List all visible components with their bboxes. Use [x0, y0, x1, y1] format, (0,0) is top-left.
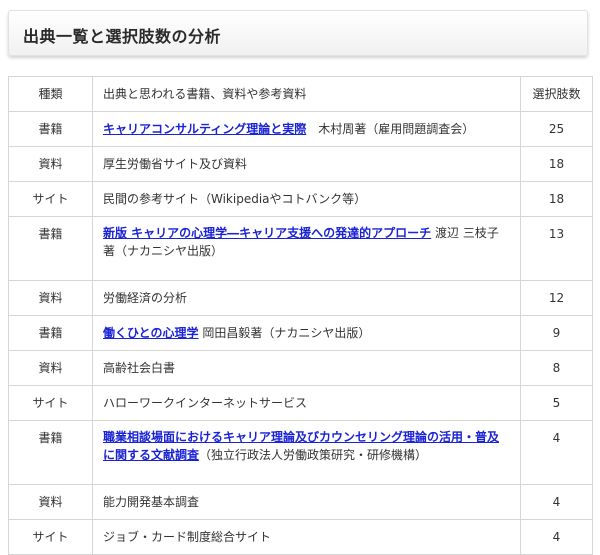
row-source-text: 厚生労働省サイト及び資料 [103, 157, 248, 171]
row-source-text: ハローワークインターネットサービス [103, 396, 308, 410]
row-count: 4 [520, 519, 593, 555]
row-count: 5 [520, 385, 593, 421]
row-source: 高齢社会白書 [92, 350, 521, 386]
row-count: 25 [520, 111, 593, 147]
row-count: 9 [520, 315, 593, 351]
table-row: 資料 高齢社会白書 8 [8, 350, 593, 386]
row-source: 働くひとの心理学 岡田昌毅著（ナカニシヤ出版） [92, 315, 521, 351]
row-type: サイト [8, 181, 93, 217]
table-row: 資料 労働経済の分析 12 [8, 280, 593, 316]
row-source: ジョブ・カード制度総合サイト [92, 519, 521, 555]
row-source-text: 岡田昌毅著（ナカニシヤ出版） [198, 326, 371, 340]
row-type: 資料 [8, 280, 93, 316]
table-row: 書籍 働くひとの心理学 岡田昌毅著（ナカニシヤ出版） 9 [8, 315, 593, 351]
row-source: 職業相談場面におけるキャリア理論及びカウンセリング理論の活用・普及に関する文献調… [92, 420, 521, 485]
table-row: 書籍 キャリアコンサルティング理論と実際 木村周著（雇用問題調査会） 25 [8, 111, 593, 147]
header-type: 種類 [8, 76, 93, 112]
row-type: 資料 [8, 484, 93, 520]
row-source-text: 労働経済の分析 [103, 291, 188, 305]
row-source-text: 木村周著（雇用問題調査会） [306, 122, 475, 136]
book-link[interactable]: 働くひとの心理学 [103, 326, 199, 340]
source-table: 種類 出典と思われる書籍、資料や参考資料 選択肢数 書籍 キャリアコンサルティン… [8, 76, 593, 555]
row-source-text: 能力開発基本調査 [103, 495, 200, 509]
row-source: 厚生労働省サイト及び資料 [92, 146, 521, 182]
book-link[interactable]: キャリアコンサルティング理論と実際 [103, 122, 306, 136]
row-count: 8 [520, 350, 593, 386]
row-source-text: ジョブ・カード制度総合サイト [103, 530, 272, 544]
row-source-text: （独立行政法人労働政策研究・研修機構） [199, 448, 428, 462]
table-row: 書籍 職業相談場面におけるキャリア理論及びカウンセリング理論の活用・普及に関する… [8, 420, 593, 485]
row-source: 民間の参考サイト（Wikipediaやコトバンク等） [92, 181, 521, 217]
table-row: サイト ジョブ・カード制度総合サイト 4 [8, 519, 593, 555]
header-source: 出典と思われる書籍、資料や参考資料 [92, 76, 521, 112]
row-source: 労働経済の分析 [92, 280, 521, 316]
table-row: サイト 民間の参考サイト（Wikipediaやコトバンク等） 18 [8, 181, 593, 217]
table-row: 資料 厚生労働省サイト及び資料 18 [8, 146, 593, 182]
row-type: サイト [8, 519, 93, 555]
row-source: 新版 キャリアの心理学―キャリア支援への発達的アプローチ 渡辺 三枝子著（ナカニ… [92, 216, 521, 281]
row-type: 書籍 [8, 216, 93, 281]
row-source-text: 高齢社会白書 [103, 361, 176, 375]
table-row: サイト ハローワークインターネットサービス 5 [8, 385, 593, 421]
book-link[interactable]: 新版 キャリアの心理学―キャリア支援への発達的アプローチ [103, 226, 431, 240]
row-source: キャリアコンサルティング理論と実際 木村周著（雇用問題調査会） [92, 111, 521, 147]
row-source: ハローワークインターネットサービス [92, 385, 521, 421]
page-header: 出典一覧と選択肢数の分析 [8, 10, 588, 56]
row-type: 資料 [8, 146, 93, 182]
row-count: 18 [520, 181, 593, 217]
row-count: 18 [520, 146, 593, 182]
row-count: 4 [520, 420, 593, 485]
row-type: サイト [8, 385, 93, 421]
table-row: 書籍 新版 キャリアの心理学―キャリア支援への発達的アプローチ 渡辺 三枝子著（… [8, 216, 593, 281]
row-count: 12 [520, 280, 593, 316]
header-count: 選択肢数 [520, 76, 593, 112]
row-type: 資料 [8, 350, 93, 386]
row-type: 書籍 [8, 420, 93, 485]
table-row: 資料 能力開発基本調査 4 [8, 484, 593, 520]
row-type: 書籍 [8, 111, 93, 147]
row-count: 13 [520, 216, 593, 281]
row-count: 4 [520, 484, 593, 520]
page-title: 出典一覧と選択肢数の分析 [23, 27, 222, 46]
row-source: 能力開発基本調査 [92, 484, 521, 520]
source-table-container: 種類 出典と思われる書籍、資料や参考資料 選択肢数 書籍 キャリアコンサルティン… [8, 76, 593, 555]
table-header-row: 種類 出典と思われる書籍、資料や参考資料 選択肢数 [8, 76, 593, 112]
row-source-text: 民間の参考サイト（Wikipediaやコトバンク等） [103, 192, 367, 206]
row-type: 書籍 [8, 315, 93, 351]
